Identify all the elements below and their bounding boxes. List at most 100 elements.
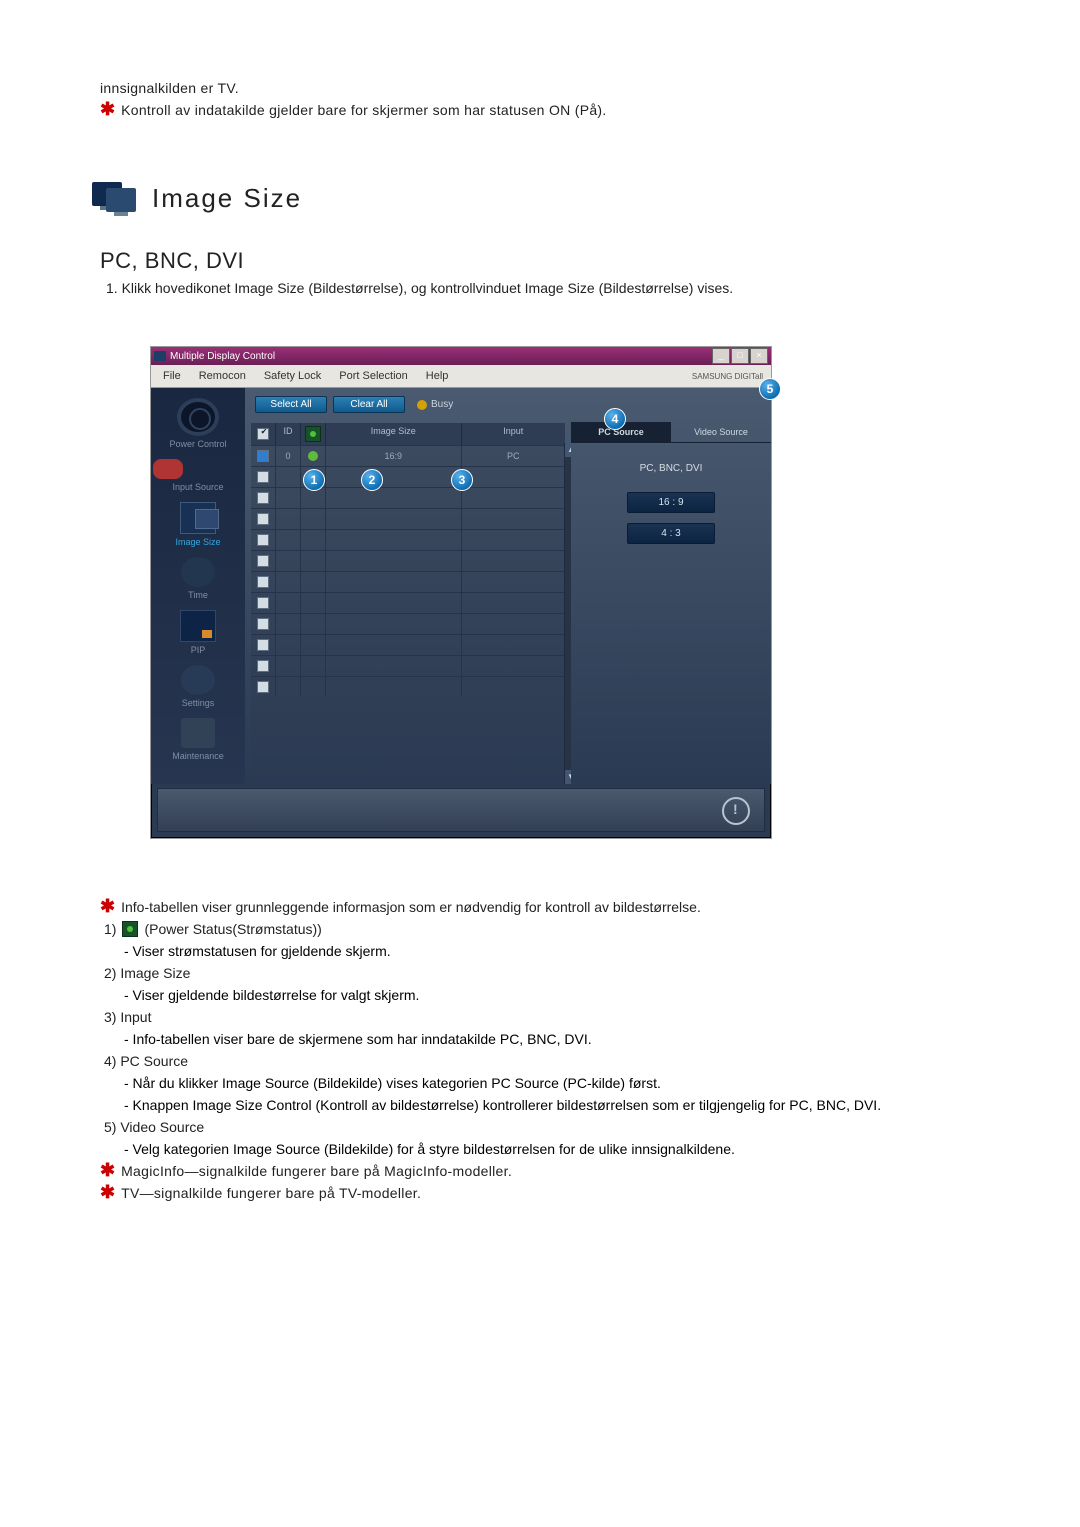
power-on-icon [308, 451, 318, 461]
app-icon [154, 351, 166, 361]
note-1-label: (Power Status(Strømstatus)) [144, 921, 321, 937]
section-title: Image Size [152, 183, 302, 214]
note-7: TV—signalkilde fungerer bare på TV-model… [121, 1185, 421, 1201]
pip-icon [180, 610, 216, 642]
table-row[interactable]: 0 16:9 PC [251, 445, 565, 466]
table-row[interactable] [251, 655, 565, 676]
note-6: MagicInfo—signalkilde fungerer bare på M… [121, 1163, 512, 1179]
row-checkbox[interactable] [257, 492, 269, 504]
menu-help[interactable]: Help [426, 370, 449, 382]
size-16-9-button[interactable]: 16 : 9 [627, 492, 715, 513]
star-icon: ✱ [100, 102, 115, 116]
intro-line-1: innsignalkilden er TV. [100, 80, 1020, 96]
note-1-sub: - Viser strømstatusen for gjeldende skje… [124, 943, 1020, 959]
header-checkbox[interactable] [257, 428, 269, 440]
note-4-head: 4) PC Source [104, 1053, 188, 1069]
clear-all-button[interactable]: Clear All [333, 396, 405, 413]
maximize-button[interactable]: □ [731, 348, 749, 364]
window-title: Multiple Display Control [170, 351, 275, 362]
close-button[interactable]: × [750, 348, 768, 364]
note-3-head: 3) Input [104, 1009, 151, 1025]
gear-icon [181, 665, 215, 695]
tab-video-source[interactable]: Video Source [671, 422, 771, 442]
busy-label: Busy [431, 399, 453, 410]
image-size-section-icon [92, 178, 136, 218]
note-0: Info-tabellen viser grunnleggende inform… [121, 899, 701, 915]
note-5-head: 5) Video Source [104, 1119, 204, 1135]
brand-label: SAMSUNG DIGITall [692, 372, 763, 381]
row-checkbox[interactable] [257, 597, 269, 609]
sidebar-item-settings[interactable]: Settings [151, 665, 245, 708]
sidebar-label-image: Image Size [151, 537, 245, 547]
row-checkbox[interactable] [257, 534, 269, 546]
menu-remocon[interactable]: Remocon [199, 370, 246, 382]
note-4-sub2: - Knappen Image Size Control (Kontroll a… [124, 1097, 1020, 1113]
row-checkbox[interactable] [257, 576, 269, 588]
sidebar-item-time[interactable]: Time [151, 557, 245, 600]
titlebar: Multiple Display Control _ □ × [151, 347, 771, 365]
table-row[interactable] [251, 550, 565, 571]
row-checkbox[interactable] [257, 681, 269, 693]
note-4-sub1: - Når du klikker Image Source (Bildekild… [124, 1075, 1020, 1091]
subsection-desc: 1. Klikk hovedikonet Image Size (Bildest… [106, 280, 1020, 296]
sidebar-item-power[interactable]: Power Control [151, 398, 245, 449]
row-checkbox[interactable] [257, 639, 269, 651]
remote-icon [153, 459, 183, 479]
sidebar-label-maint: Maintenance [151, 751, 245, 761]
busy-indicator-icon [417, 400, 427, 410]
col-image-size[interactable]: Image Size [326, 423, 462, 445]
star-icon: ✱ [100, 1185, 115, 1199]
note-3-sub: - Info-tabellen viser bare de skjermene … [124, 1031, 1020, 1047]
power-icon [177, 398, 219, 436]
callout-1: 1 [303, 469, 325, 491]
sidebar-label-settings: Settings [151, 698, 245, 708]
file-icon [181, 718, 215, 748]
table-row[interactable] [251, 571, 565, 592]
sidebar-label-time: Time [151, 590, 245, 600]
row-checkbox[interactable] [257, 450, 269, 462]
table-row[interactable] [251, 592, 565, 613]
row-checkbox[interactable] [257, 660, 269, 672]
power-status-icon [122, 921, 138, 937]
note-1-head: 1) [104, 921, 116, 937]
sidebar-item-maintenance[interactable]: Maintenance [151, 718, 245, 761]
select-all-button[interactable]: Select All [255, 396, 327, 413]
intro-line-2: Kontroll av indatakilde gjelder bare for… [121, 102, 606, 118]
col-input[interactable]: Input [462, 423, 565, 445]
table-row[interactable] [251, 508, 565, 529]
table-row[interactable] [251, 676, 565, 697]
cell-image-size: 16:9 [326, 446, 462, 466]
sidebar-item-input[interactable]: Input Source [151, 459, 245, 492]
callout-4: 4 [604, 408, 626, 430]
table-row[interactable] [251, 466, 565, 487]
menu-file[interactable]: File [163, 370, 181, 382]
panel-label: PC, BNC, DVI [581, 463, 761, 474]
row-checkbox[interactable] [257, 555, 269, 567]
callout-3: 3 [451, 469, 473, 491]
menu-port[interactable]: Port Selection [339, 370, 407, 382]
table-row[interactable] [251, 487, 565, 508]
power-col-icon [305, 426, 321, 442]
col-id[interactable]: ID [276, 423, 301, 445]
menu-safety[interactable]: Safety Lock [264, 370, 321, 382]
callout-5: 5 [759, 378, 781, 400]
row-checkbox[interactable] [257, 471, 269, 483]
star-icon: ✱ [100, 1163, 115, 1177]
table-row[interactable] [251, 634, 565, 655]
display-grid: ID Image Size Input 0 16:9 PC [251, 423, 565, 784]
note-2-sub: - Viser gjeldende bildestørrelse for val… [124, 987, 1020, 1003]
star-icon: ✱ [100, 899, 115, 913]
cell-input: PC [462, 446, 565, 466]
row-checkbox[interactable] [257, 513, 269, 525]
clock-icon [181, 557, 215, 587]
row-checkbox[interactable] [257, 618, 269, 630]
minimize-button[interactable]: _ [712, 348, 730, 364]
callout-2: 2 [361, 469, 383, 491]
sidebar-item-pip[interactable]: PIP [151, 610, 245, 655]
sidebar-item-image-size[interactable]: Image Size [151, 502, 245, 547]
table-row[interactable] [251, 529, 565, 550]
status-bar [157, 788, 765, 832]
size-4-3-button[interactable]: 4 : 3 [627, 523, 715, 544]
sidebar-label-input: Input Source [151, 482, 245, 492]
table-row[interactable] [251, 613, 565, 634]
